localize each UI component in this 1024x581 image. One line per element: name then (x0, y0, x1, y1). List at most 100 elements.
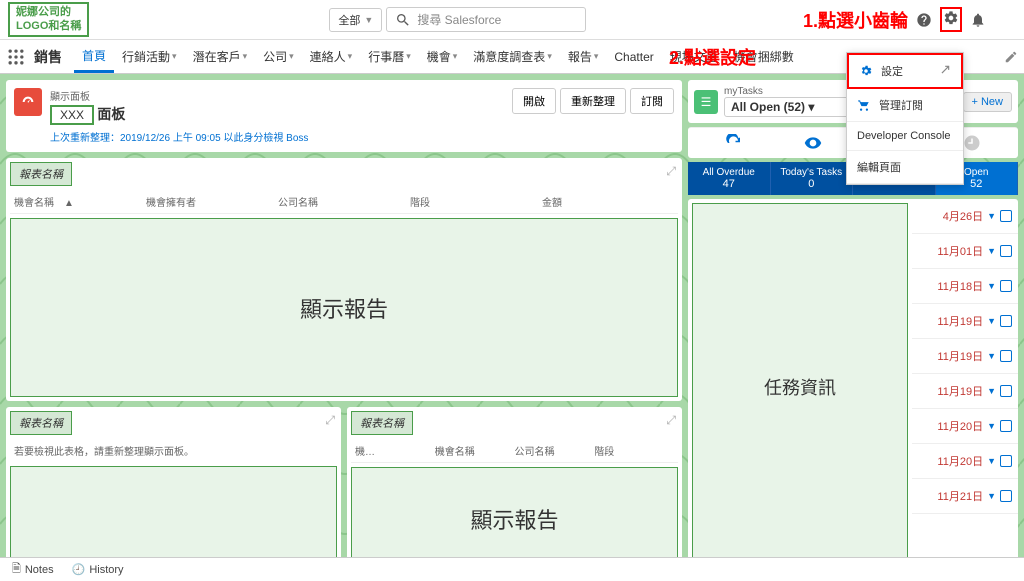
task-body-placeholder: 任務資訊 (692, 203, 908, 571)
global-search-input[interactable]: 搜尋 Salesforce (386, 7, 586, 32)
report-widget-right: ⤢ 報表名稱 機… 機會名稱 公司名稱 階段 顯示報告 (347, 407, 682, 575)
col[interactable]: 階段 (594, 443, 674, 458)
setup-menu-setup[interactable]: 設定 (847, 53, 963, 89)
checkbox[interactable] (1000, 280, 1012, 292)
checkbox[interactable] (1000, 385, 1012, 397)
col-owner[interactable]: 機會擁有者 (146, 194, 278, 209)
devconsole-label: Developer Console (857, 130, 951, 142)
nav-accounts[interactable]: 公司▾ (255, 40, 302, 73)
editpage-label: 編輯頁面 (857, 159, 901, 175)
report-title: 報表名稱 (10, 162, 72, 186)
nav-campaigns[interactable]: 行銷活動▾ (114, 40, 185, 73)
task-dates: 4月26日▼ 11月01日▼ 11月18日▼ 11月19日▼ 11月19日▼ 1… (912, 199, 1018, 575)
task-row[interactable]: 11月20日▼ (912, 409, 1018, 444)
open-button[interactable]: 開啟 (512, 88, 556, 114)
notes-utility[interactable]: 🗎 Notes (12, 560, 54, 579)
help-icon[interactable] (916, 12, 932, 28)
search-placeholder: 搜尋 Salesforce (417, 11, 501, 28)
col-account[interactable]: 公司名稱 (278, 194, 410, 209)
nav-surveys[interactable]: 滿意度調查表▾ (465, 40, 560, 73)
report-widget-main: ⤢ 報表名稱 機會名稱 ▲ 機會擁有者 公司名稱 階段 金額 顯示報告 (6, 158, 682, 401)
nav-chatter[interactable]: Chatter (606, 40, 661, 73)
dashboard-suffix: 面板 (97, 106, 125, 122)
checkbox[interactable] (1000, 455, 1012, 467)
global-header: 妮娜公司的 LOGO和名稱 全部▼ 搜尋 Salesforce 1.點選小齒輪 (0, 0, 1024, 40)
report-message: 若要檢視此表格，請重新整理顯示面板。 (10, 439, 337, 462)
nav-leads[interactable]: 潛在客戶▾ (185, 40, 256, 73)
dashboard-header: 顯示面板 XXX 面板 上次重新整理：2019/12/26 上午 09:05 以… (6, 80, 682, 152)
history-utility[interactable]: 🕘 History (72, 563, 124, 576)
checkbox[interactable] (1000, 490, 1012, 502)
report-widget-left: ⤢ 報表名稱 若要檢視此表格，請重新整理顯示面板。 (6, 407, 341, 575)
gear-icon[interactable] (943, 10, 959, 26)
expand-icon[interactable]: ⤢ (666, 413, 676, 428)
nav-opportunities[interactable]: 機會▾ (419, 40, 466, 73)
dashboard-icon (14, 88, 42, 116)
task-row[interactable]: 11月21日▼ (912, 479, 1018, 514)
setup-dropdown: 設定 管理訂閱 Developer Console 編輯頁面 (846, 52, 964, 185)
col[interactable]: 公司名稱 (515, 443, 595, 458)
checkbox[interactable] (1000, 315, 1012, 327)
setup-menu-devconsole[interactable]: Developer Console (847, 122, 963, 151)
checkbox[interactable] (1000, 350, 1012, 362)
expand-icon[interactable]: ⤢ (666, 164, 676, 179)
col-amount[interactable]: 金額 (542, 194, 674, 209)
subscriptions-label: 管理訂閱 (879, 97, 923, 113)
clock-icon[interactable] (963, 134, 981, 152)
report-body: 顯示報告 (10, 218, 678, 397)
expand-icon[interactable]: ⤢ (325, 413, 335, 428)
bell-icon[interactable] (970, 12, 986, 28)
task-row[interactable]: 4月26日▼ (912, 199, 1018, 234)
edit-nav-icon[interactable] (1004, 50, 1018, 64)
checkbox[interactable] (1000, 245, 1012, 257)
app-launcher-icon[interactable] (6, 47, 26, 67)
col-opp-name[interactable]: 機會名稱 ▲ (14, 194, 146, 209)
external-icon (937, 64, 951, 78)
report-title: 報表名稱 (10, 411, 72, 435)
task-list: 任務資訊 4月26日▼ 11月01日▼ 11月18日▼ 11月19日▼ 11月1… (688, 199, 1018, 575)
dashboard-meta: 上次重新整理：2019/12/26 上午 09:05 以此身分檢視 Boss (50, 129, 308, 144)
setup-menu-editpage[interactable]: 編輯頁面 (847, 151, 963, 184)
nav-reports[interactable]: 報告▾ (560, 40, 607, 73)
report-body (10, 466, 337, 571)
checkbox[interactable] (1000, 210, 1012, 222)
annotation-2: 2.點選設定 (669, 44, 756, 70)
tasks-icon: ☰ (694, 90, 718, 114)
nav-home[interactable]: 首頁 (74, 40, 114, 73)
dashboard-name: XXX (50, 105, 94, 125)
tab-overdue[interactable]: All Overdue47 (688, 162, 771, 195)
checkbox[interactable] (1000, 420, 1012, 432)
task-row[interactable]: 11月19日▼ (912, 304, 1018, 339)
search-scope-select[interactable]: 全部▼ (329, 8, 382, 32)
report-headers: 機會名稱 ▲ 機會擁有者 公司名稱 階段 金額 (10, 190, 678, 214)
org-logo: 妮娜公司的 LOGO和名稱 (8, 2, 89, 36)
logo-line1: 妮娜公司的 (16, 6, 81, 19)
tab-today[interactable]: Today's Tasks0 (771, 162, 854, 195)
nav-calendar[interactable]: 行事曆▾ (360, 40, 419, 73)
eye-icon[interactable] (804, 134, 822, 152)
refresh-icon[interactable] (725, 134, 743, 152)
report-title: 報表名稱 (351, 411, 413, 435)
utility-bar: 🗎 Notes 🕘 History (0, 557, 1024, 581)
user-avatar[interactable] (994, 9, 1016, 31)
task-row[interactable]: 11月18日▼ (912, 269, 1018, 304)
task-row[interactable]: 11月19日▼ (912, 339, 1018, 374)
gear-icon (859, 64, 873, 78)
report-headers: 機… 機會名稱 公司名稱 階段 (351, 439, 678, 463)
task-row[interactable]: 11月01日▼ (912, 234, 1018, 269)
task-row[interactable]: 11月19日▼ (912, 374, 1018, 409)
annotation-1: 1.點選小齒輪 (803, 7, 908, 33)
nav-contacts[interactable]: 連絡人▾ (302, 40, 361, 73)
new-task-button[interactable]: + New (963, 92, 1013, 112)
col[interactable]: 機… (355, 443, 435, 458)
cart-icon (857, 98, 871, 112)
refresh-button[interactable]: 重新整理 (560, 88, 626, 114)
col[interactable]: 機會名稱 (435, 443, 515, 458)
app-name: 銷售 (34, 47, 62, 67)
logo-line2: LOGO和名稱 (16, 20, 81, 33)
task-row[interactable]: 11月20日▼ (912, 444, 1018, 479)
col-stage[interactable]: 階段 (410, 194, 542, 209)
setup-menu-subscriptions[interactable]: 管理訂閱 (847, 89, 963, 122)
subscribe-button[interactable]: 訂閱 (630, 88, 674, 114)
search-icon (395, 12, 411, 28)
